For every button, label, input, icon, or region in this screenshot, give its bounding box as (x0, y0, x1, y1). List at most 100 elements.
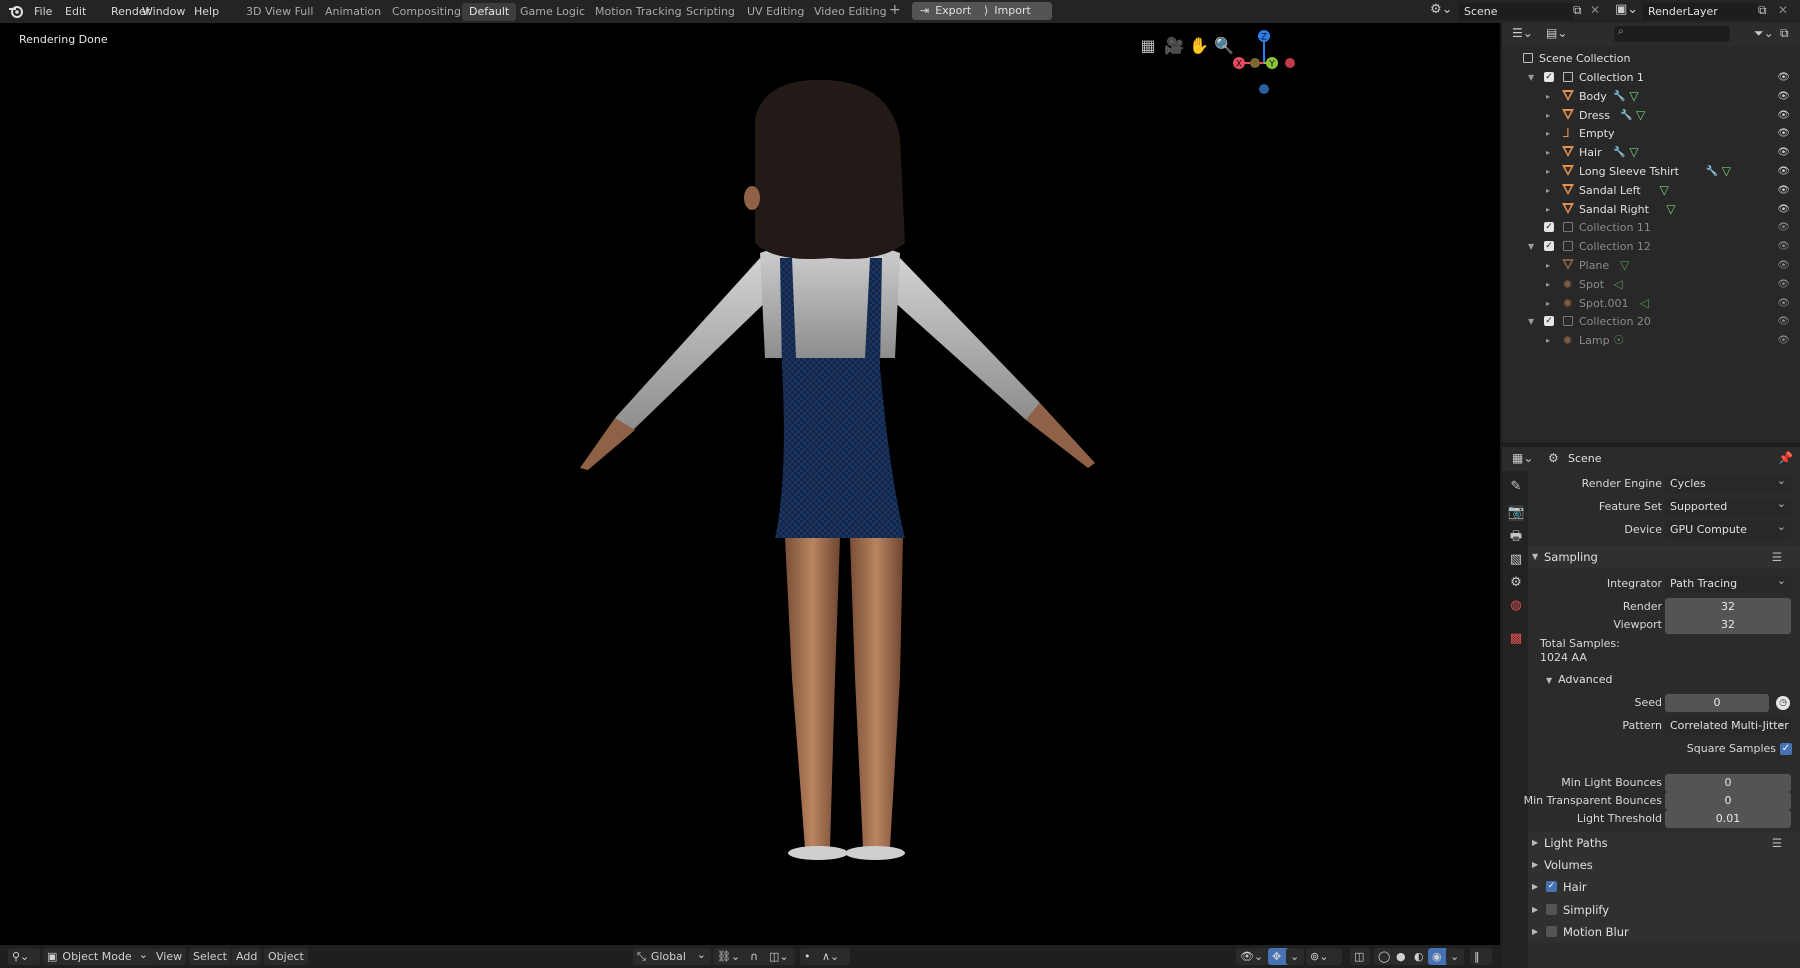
camera-view-icon[interactable]: 🎥 (1164, 36, 1184, 56)
exclude-checkbox[interactable]: ✓ (1544, 72, 1554, 82)
eye-icon[interactable]: 👁 (1777, 294, 1790, 313)
eye-icon[interactable]: 👁 (1777, 218, 1790, 237)
panel-enable-checkbox[interactable]: ✓ (1546, 903, 1557, 915)
outliner-row[interactable]: ▸ ⅃ Empty 👁 (1502, 124, 1800, 143)
new-collection-icon[interactable]: ⧉ (1780, 26, 1789, 41)
exclude-checkbox[interactable]: ✓ (1544, 222, 1554, 233)
grid-toggle-icon[interactable]: ▦ (1138, 36, 1158, 56)
delete-scene-icon[interactable]: ✕ (1590, 3, 1600, 17)
light-threshold-field[interactable]: 0.01 (1665, 810, 1791, 828)
scene-name-field[interactable]: Scene (1458, 3, 1574, 20)
expand-toggle-icon[interactable]: ▸ (1546, 275, 1550, 294)
expand-toggle-icon[interactable]: ▸ (1546, 331, 1550, 350)
outliner-row[interactable]: ▸ Long Sleeve Tshirt 🔧 ▽ 👁 (1502, 162, 1800, 181)
tab-game-logic[interactable]: Game Logic (513, 3, 592, 21)
shading-options[interactable]: ⌄ (1446, 948, 1464, 965)
xray-toggle[interactable]: ◫ (1350, 948, 1370, 965)
outliner-row[interactable]: ▼ ✓ Collection 1 👁 (1502, 68, 1800, 87)
editor-type-button[interactable]: ⚲⌄ (8, 948, 40, 965)
panel-enable-checkbox[interactable]: ✓ (1546, 925, 1557, 937)
outliner-row[interactable]: ▸ ✺ Spot.001 ◁ 👁 (1502, 294, 1800, 313)
shading-rendered[interactable]: ◉ (1428, 948, 1448, 965)
blender-logo-icon[interactable] (8, 3, 25, 20)
menu-view[interactable]: View (152, 948, 187, 965)
outliner-row[interactable]: ▼ ✓ Collection 12 👁 (1502, 237, 1800, 256)
expand-toggle-icon[interactable]: ▸ (1546, 106, 1550, 125)
eye-icon[interactable]: 👁 (1777, 87, 1790, 106)
tab-3d-view-full[interactable]: 3D View Full (239, 3, 320, 21)
eye-icon[interactable]: 👁 (1777, 331, 1790, 350)
tab-video-editing[interactable]: Video Editing (807, 3, 894, 21)
outliner-row[interactable]: ▼ ✓ Collection 20 👁 (1502, 312, 1800, 331)
render-samples-field[interactable]: 32 (1665, 598, 1791, 616)
import-button[interactable]: ⟩ Import (976, 2, 1052, 20)
eye-icon[interactable]: 👁 (1777, 256, 1790, 275)
exclude-checkbox[interactable]: ✓ (1544, 241, 1554, 252)
3d-viewport[interactable]: Rendering Done ▦ 🎥 ✋ 🔍 Z Y X (0, 23, 1500, 945)
menu-select[interactable]: Select (189, 948, 231, 965)
square-samples-checkbox[interactable]: ✓ (1780, 743, 1792, 755)
menu-edit[interactable]: Edit (65, 0, 86, 23)
light-data-icon[interactable]: ◁ (1613, 275, 1622, 294)
pivot-selector[interactable]: ⛓⌄ (713, 948, 749, 965)
outliner-row[interactable]: ▸ Plane ▽ 👁 (1502, 256, 1800, 275)
eye-icon[interactable]: 👁 (1777, 181, 1790, 200)
panel-simplify[interactable]: ▶ ✓ Simplify (1528, 898, 1800, 921)
eye-icon[interactable]: 👁 (1777, 237, 1790, 256)
expand-toggle-icon[interactable]: ▼ (1528, 68, 1534, 87)
tab-motion-tracking[interactable]: Motion Tracking (588, 3, 689, 21)
outliner-row[interactable]: ▸ Dress 🔧 ▽ 👁 (1502, 106, 1800, 125)
pattern-dropdown[interactable]: Correlated Multi-Jitter (1665, 714, 1791, 735)
expand-toggle-icon[interactable]: ▸ (1546, 181, 1550, 200)
sampling-panel-header[interactable]: ▼ Sampling ☰ (1528, 546, 1800, 568)
exclude-checkbox[interactable]: ✓ (1544, 316, 1554, 327)
tab-compositing[interactable]: Compositing (385, 3, 468, 21)
wrench-modifier-icon[interactable]: 🔧 (1706, 162, 1718, 181)
outliner-row[interactable]: ✓ Collection 11 👁 (1502, 218, 1800, 237)
shading-wireframe[interactable]: ◯ (1374, 948, 1394, 965)
integrator-dropdown[interactable]: Path Tracing (1665, 572, 1791, 593)
eye-icon[interactable]: 👁 (1777, 68, 1790, 87)
mode-selector[interactable]: ▣ Object Mode ⌄ (43, 948, 153, 965)
outliner-editor-type-icon[interactable]: ☰⌄ (1512, 26, 1533, 40)
tab-default[interactable]: Default (462, 3, 517, 21)
render-layer-field[interactable]: RenderLayer (1642, 3, 1760, 20)
tab-scripting[interactable]: Scripting (679, 3, 742, 21)
expand-toggle-icon[interactable]: ▸ (1546, 124, 1550, 143)
mesh-data-icon[interactable]: ▽ (1620, 256, 1629, 275)
outliner-row[interactable]: ▸ ✺ Spot ◁ 👁 (1502, 275, 1800, 294)
mesh-data-icon[interactable]: ▽ (1722, 162, 1731, 181)
panel-light-paths[interactable]: ▶ Light Paths ☰ (1528, 832, 1800, 854)
viewport-samples-field[interactable]: 32 (1665, 616, 1791, 634)
presets-list-icon[interactable]: ☰ (1772, 832, 1782, 854)
display-mode-icon[interactable]: ▤⌄ (1546, 26, 1567, 40)
eye-icon[interactable]: 👁 (1777, 312, 1790, 331)
advanced-subpanel-header[interactable]: ▼ Advanced (1546, 670, 1796, 690)
tab-uv-editing[interactable]: UV Editing (740, 3, 811, 21)
expand-toggle-icon[interactable]: ▸ (1546, 162, 1550, 181)
seed-field[interactable]: 0 (1665, 694, 1769, 712)
falloff-selector[interactable]: ∧⌄ (818, 948, 850, 965)
properties-editor-type-icon[interactable]: ▦⌄ (1512, 451, 1533, 465)
pause-render-button[interactable]: ‖ (1470, 948, 1492, 965)
delete-layer-icon[interactable]: ✕ (1778, 3, 1788, 17)
expand-toggle-icon[interactable]: ▼ (1528, 312, 1534, 331)
light-data-icon[interactable]: ☉ (1613, 331, 1624, 350)
mesh-data-icon[interactable]: ▽ (1629, 87, 1638, 106)
eye-icon[interactable]: 👁 (1777, 275, 1790, 294)
navigation-gizmo[interactable]: Z Y X (1226, 26, 1306, 98)
wrench-modifier-icon[interactable]: 🔧 (1613, 87, 1625, 106)
expand-toggle-icon[interactable]: ▸ (1546, 143, 1550, 162)
expand-toggle-icon[interactable]: ▼ (1528, 237, 1534, 256)
eye-icon[interactable]: 👁 (1777, 143, 1790, 162)
menu-object[interactable]: Object (264, 948, 308, 965)
tab-animation[interactable]: Animation (318, 3, 388, 21)
visibility-selector[interactable]: 👁⌄ (1236, 948, 1272, 965)
outliner-row[interactable]: ▸ ✺ Lamp ☉ 👁 (1502, 331, 1800, 350)
expand-toggle-icon[interactable]: ▸ (1546, 256, 1550, 275)
wrench-modifier-icon[interactable]: 🔧 (1613, 143, 1625, 162)
mesh-data-icon[interactable]: ▽ (1666, 200, 1675, 219)
eye-icon[interactable]: 👁 (1777, 106, 1790, 125)
presets-list-icon[interactable]: ☰ (1772, 546, 1782, 568)
gizmo-options[interactable]: ⌄ (1286, 948, 1304, 965)
